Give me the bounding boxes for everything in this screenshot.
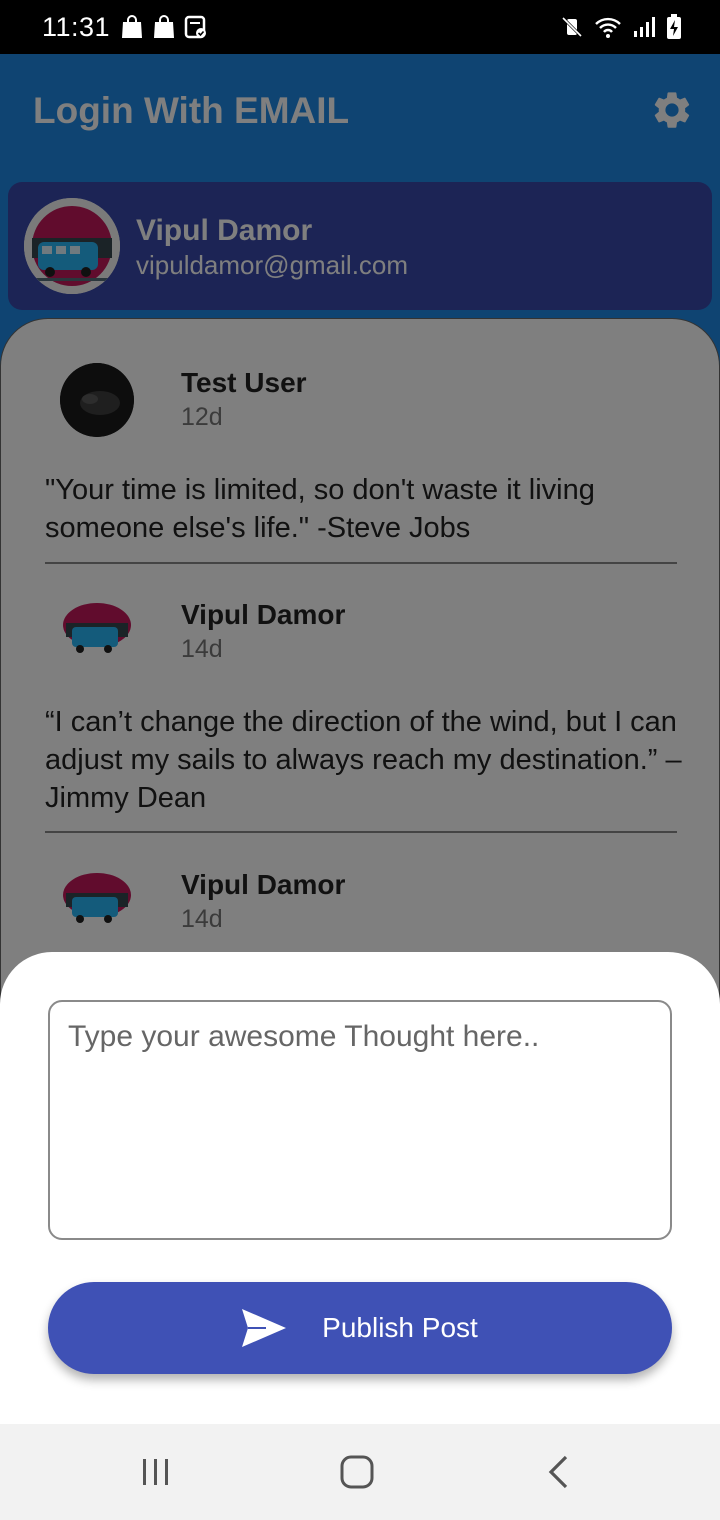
send-icon	[242, 1309, 287, 1347]
vibrate-mute-icon	[561, 16, 583, 38]
signal-icon	[634, 17, 655, 37]
status-time: 11:31	[42, 12, 111, 42]
recent-apps-button[interactable]	[126, 1450, 186, 1494]
publish-post-button[interactable]: Publish Post	[48, 1282, 672, 1374]
system-nav-bar	[0, 1424, 720, 1520]
battery-charging-icon	[667, 14, 681, 39]
publish-post-label: Publish Post	[322, 1312, 478, 1343]
back-button[interactable]	[528, 1450, 588, 1494]
recent-apps-icon	[143, 1459, 168, 1485]
back-icon	[548, 1455, 568, 1489]
status-bar: 11:31	[0, 0, 720, 54]
thought-input[interactable]	[48, 1000, 672, 1240]
task-check-icon	[184, 15, 206, 39]
compose-bottom-sheet: Publish Post	[0, 952, 720, 1424]
system-status-icons	[560, 14, 682, 40]
shopping-bag-icon	[154, 15, 174, 38]
home-icon	[340, 1455, 374, 1489]
wifi-icon	[595, 17, 621, 38]
notification-icons	[120, 14, 208, 40]
home-button[interactable]	[327, 1450, 387, 1494]
shopping-bag-icon	[122, 15, 142, 38]
